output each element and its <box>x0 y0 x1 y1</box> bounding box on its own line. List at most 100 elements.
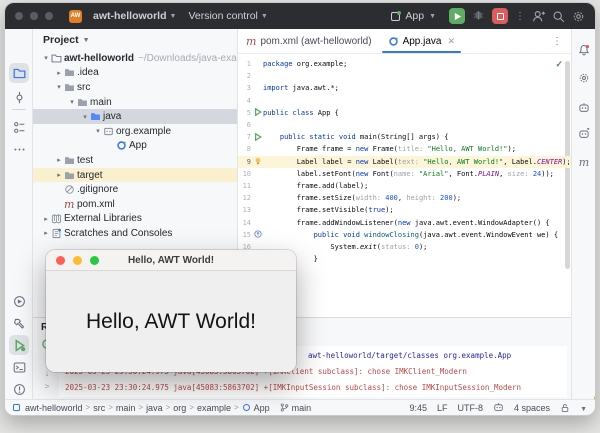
chevron-right-icon[interactable]: ▸ <box>54 69 64 77</box>
tree-item-java[interactable]: ▾ java <box>33 109 237 124</box>
editor-options-menu[interactable]: ⋮ <box>543 29 571 53</box>
more-tools-icon[interactable] <box>9 139 29 159</box>
maven-icon[interactable]: m <box>575 153 593 171</box>
code-line-2[interactable]: 2 <box>238 70 571 82</box>
code-line-10[interactable]: 10 label.setFont(new Font(name: "Arial",… <box>238 168 571 180</box>
line-ending[interactable]: LF <box>437 403 448 413</box>
search-icon[interactable] <box>552 10 565 23</box>
chevron-right-icon[interactable]: ▸ <box>41 229 51 237</box>
terminal-icon[interactable] <box>9 357 29 377</box>
code-line-1[interactable]: 1 package org.example; <box>238 58 571 70</box>
ai-chat-icon[interactable] <box>575 125 593 143</box>
ai-assistant-icon[interactable] <box>575 99 593 117</box>
tree-item--idea[interactable]: ▸ .idea <box>33 66 237 81</box>
run-tool-icon[interactable] <box>9 335 29 355</box>
add-user-icon[interactable] <box>532 10 545 23</box>
indent-setting[interactable]: 4 spaces <box>514 403 550 413</box>
chevron-down-icon[interactable]: ▼ <box>83 37 90 44</box>
structure-icon[interactable] <box>9 117 29 137</box>
run-button[interactable] <box>449 8 465 24</box>
problems-icon[interactable] <box>9 379 29 399</box>
code-line-11[interactable]: 11 frame.add(label); <box>238 180 571 192</box>
debug-button[interactable] <box>472 8 485 24</box>
awt-hello-window[interactable]: Hello, AWT World! Hello, AWT World! <box>46 250 296 372</box>
bulb-gutter-icon[interactable] <box>254 157 263 166</box>
chevron-down-icon: ▼ <box>260 12 268 20</box>
tree-item-awt-helloworld[interactable]: ▾ awt-helloworld ~/Downloads/java-examples… <box>33 51 237 66</box>
breadcrumb-item[interactable]: example <box>197 403 231 413</box>
breadcrumb-item[interactable]: org <box>173 403 186 413</box>
code-line-9[interactable]: 9 Label label = new Label(text: "Hello, … <box>238 155 571 168</box>
tree-item-target[interactable]: ▸ target <box>33 167 237 183</box>
services-icon[interactable] <box>9 291 29 311</box>
breadcrumb-item[interactable]: main <box>116 403 136 413</box>
tab-app-java[interactable]: App.java ✕ <box>380 29 463 53</box>
more-actions-menu[interactable]: ⋮ <box>515 11 525 22</box>
breadcrumb-item[interactable]: src <box>93 403 105 413</box>
tree-item-org-example[interactable]: ▾ org.example <box>33 124 237 139</box>
line-number: 7 <box>246 133 251 142</box>
awt-window-titlebar[interactable]: Hello, AWT World! <box>46 250 296 271</box>
ai-assistant-icon[interactable] <box>493 402 504 413</box>
chevron-right-icon[interactable]: ▸ <box>54 171 64 179</box>
close-tab-icon[interactable]: ✕ <box>448 36 456 47</box>
commit-icon[interactable] <box>9 87 29 107</box>
code-line-5[interactable]: 5 public class App { <box>238 107 571 119</box>
tree-item-scratches-and-consoles[interactable]: ▸ Scratches and Consoles <box>33 226 237 241</box>
tree-item--gitignore[interactable]: .gitignore <box>33 182 237 197</box>
override-gutter-icon[interactable] <box>254 230 263 239</box>
run-gutter-icon[interactable] <box>254 132 263 142</box>
code-line-7[interactable]: 7 public static void main(String[] args)… <box>238 131 571 143</box>
settings-gear-icon[interactable] <box>572 10 585 23</box>
inspections-ok-icon[interactable]: ✓ <box>555 59 563 70</box>
tree-item-external-libraries[interactable]: ▸ External Libraries <box>33 212 237 227</box>
project-folder-icon[interactable] <box>9 63 29 83</box>
class-icon <box>116 140 129 151</box>
chevron-right-icon[interactable]: ▸ <box>41 215 51 223</box>
git-branch-widget[interactable]: main <box>280 403 311 413</box>
libraries-icon <box>51 213 64 224</box>
code-line-8[interactable]: 8 Frame frame = new Frame(title: "Hello,… <box>238 143 571 155</box>
tree-item-src[interactable]: ▾ src <box>33 80 237 95</box>
code-line-15[interactable]: 15 public void windowClosing(java.awt.ev… <box>238 229 571 241</box>
code-line-4[interactable]: 4 <box>238 95 571 107</box>
stop-button[interactable] <box>492 8 508 24</box>
breadcrumb-item[interactable]: java <box>146 403 163 413</box>
line-number: 1 <box>246 60 251 69</box>
notifications-bell-icon[interactable] <box>575 41 593 59</box>
breadcrumb-item[interactable]: awt-helloworld <box>25 403 83 413</box>
project-menu[interactable]: awt-helloworld ▼ <box>87 10 182 22</box>
file-encoding[interactable]: UTF-8 <box>458 403 484 413</box>
chevron-down-icon[interactable]: ▾ <box>67 98 77 106</box>
chevron-down-icon[interactable]: ▾ <box>80 113 90 121</box>
tab-pom-xml[interactable]: m pom.xml (awt-helloworld) <box>238 29 380 53</box>
tree-item-label: target <box>77 169 103 181</box>
build-hammer-icon[interactable] <box>9 313 29 333</box>
chevron-right-icon[interactable]: > <box>45 382 50 391</box>
chevron-right-icon[interactable]: ▸ <box>54 156 64 164</box>
code-line-14[interactable]: 14 frame.addWindowListener(new java.awt.… <box>238 217 571 229</box>
run-configuration-selector[interactable]: App ▼ <box>385 10 442 22</box>
tree-item-app[interactable]: App <box>33 139 237 154</box>
close-window-button[interactable] <box>15 12 23 20</box>
line-number: 4 <box>246 96 251 105</box>
chevron-down-icon[interactable]: ▾ <box>54 83 64 91</box>
code-line-12[interactable]: 12 frame.setSize(width: 400, height: 200… <box>238 192 571 204</box>
chevron-down-icon[interactable]: ▾ <box>93 127 103 135</box>
maximize-window-button[interactable] <box>45 12 53 20</box>
tree-item-test[interactable]: ▸ test <box>33 153 237 168</box>
tree-item-main[interactable]: ▾ main <box>33 95 237 110</box>
breadcrumb-item[interactable]: App <box>254 403 270 413</box>
gear-icon[interactable] <box>575 69 593 87</box>
code-line-13[interactable]: 13 frame.setVisible(true); <box>238 204 571 216</box>
lock-icon[interactable] <box>560 403 570 413</box>
caret-position[interactable]: 9:45 <box>409 403 427 413</box>
chevron-down-icon[interactable]: ▾ <box>41 54 51 62</box>
notifications-chevron[interactable]: ▼ <box>580 395 595 413</box>
run-gutter-icon[interactable] <box>254 108 263 117</box>
vcs-menu[interactable]: Version control ▼ <box>182 10 273 22</box>
code-line-6[interactable]: 6 <box>238 119 571 131</box>
minimize-window-button[interactable] <box>30 12 38 20</box>
tree-item-pom-xml[interactable]: m pom.xml <box>33 197 237 212</box>
code-line-3[interactable]: 3 import java.awt.*; <box>238 82 571 94</box>
